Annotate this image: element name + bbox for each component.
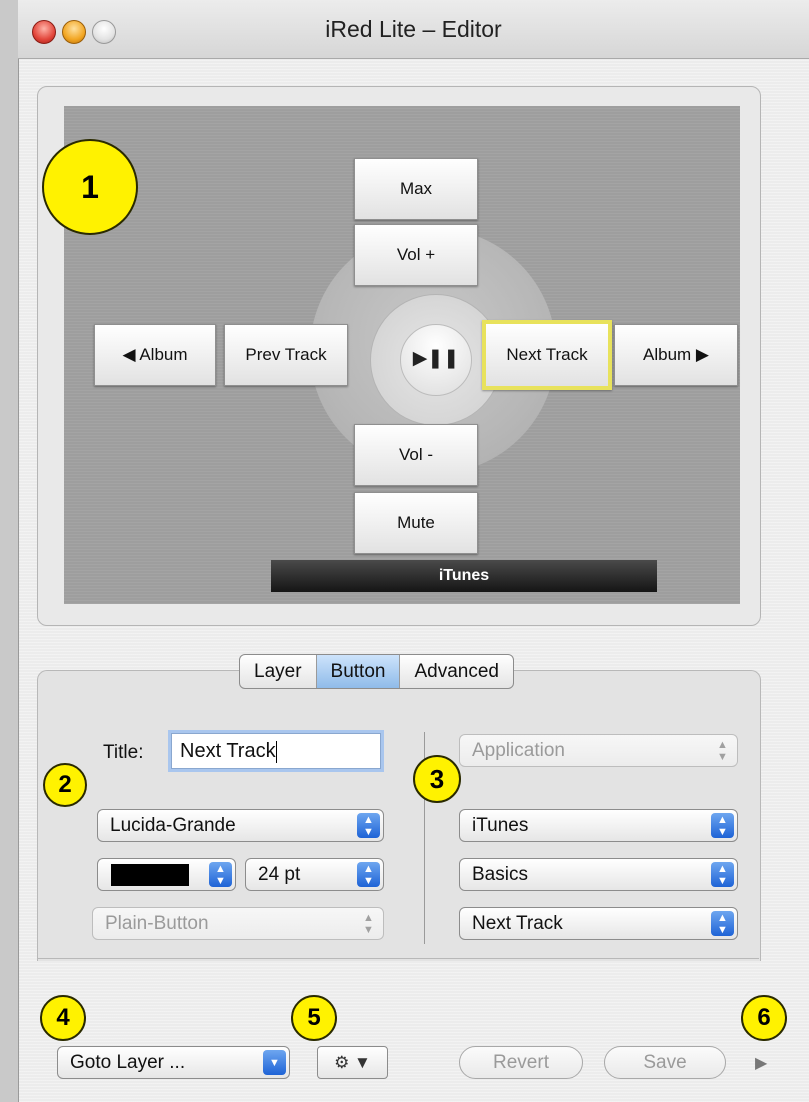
title-field-value: Next Track: [180, 740, 276, 762]
color-swatch: [111, 864, 189, 886]
next-track-button[interactable]: Next Track: [482, 320, 612, 390]
layer-name-bar: iTunes: [271, 560, 657, 592]
style-popup-value: Plain-Button: [105, 912, 209, 934]
popup-arrows-icon: ▲ ▼: [209, 862, 232, 887]
group-popup-value: Basics: [472, 863, 528, 885]
prev-track-button[interactable]: Prev Track: [224, 324, 348, 386]
popup-arrows-icon: ▲ ▼: [357, 813, 380, 838]
popup-arrows-icon: ▲ ▼: [717, 738, 728, 763]
popup-arrows-icon: ▲ ▼: [711, 911, 734, 936]
callout-badge-4: 4: [40, 995, 86, 1041]
play-pause-icon: ▶❚❚: [412, 348, 460, 369]
inspector-tabs: Layer Button Advanced: [239, 654, 514, 689]
inspector-bottom-edge: [37, 958, 759, 959]
max-button[interactable]: Max: [354, 158, 478, 220]
tab-advanced[interactable]: Advanced: [400, 655, 513, 688]
callout-badge-2: 2: [43, 763, 87, 807]
text-caret: [275, 740, 277, 763]
popup-arrows-icon: ▲ ▼: [357, 862, 380, 887]
gear-icon: ⚙ ▼: [334, 1052, 371, 1072]
callout-badge-3: 3: [413, 755, 461, 803]
album-prev-button[interactable]: ◀ Album: [94, 324, 216, 386]
album-next-button[interactable]: Album ▶: [614, 324, 738, 386]
tab-button[interactable]: Button: [316, 655, 401, 688]
goto-layer-popup[interactable]: Goto Layer ... ▼: [57, 1046, 290, 1079]
window-title: iRed Lite – Editor: [325, 16, 502, 42]
group-popup[interactable]: Basics ▲ ▼: [459, 858, 738, 891]
callout-badge-1: 1: [42, 139, 138, 235]
vol-up-button[interactable]: Vol +: [354, 224, 478, 286]
callout-badge-6: 6: [741, 995, 787, 1041]
action-popup-value: Next Track: [472, 912, 563, 934]
app-popup[interactable]: iTunes ▲ ▼: [459, 809, 738, 842]
popup-arrows-icon: ▲ ▼: [363, 911, 374, 936]
tab-layer[interactable]: Layer: [240, 655, 317, 688]
disclosure-triangle-icon[interactable]: ▶: [755, 1053, 767, 1073]
mute-button[interactable]: Mute: [354, 492, 478, 554]
font-popup[interactable]: Lucida-Grande ▲ ▼: [97, 809, 384, 842]
size-popup-value: 24 pt: [258, 863, 301, 885]
category-popup[interactable]: Application ▲ ▼: [459, 734, 738, 767]
callout-badge-5: 5: [291, 995, 337, 1041]
play-pause-button[interactable]: ▶❚❚: [400, 324, 472, 396]
font-popup-value: Lucida-Grande: [110, 814, 236, 836]
popup-arrows-icon: ▲ ▼: [711, 813, 734, 838]
title-bar: iRed Lite – Editor: [18, 0, 809, 59]
size-popup[interactable]: 24 pt ▲ ▼: [245, 858, 384, 891]
save-button[interactable]: Save: [604, 1046, 726, 1079]
style-popup[interactable]: Plain-Button ▲ ▼: [92, 907, 384, 940]
title-field[interactable]: Next Track: [171, 733, 381, 769]
popup-arrows-icon: ▲ ▼: [711, 862, 734, 887]
category-popup-value: Application: [472, 739, 565, 761]
goto-layer-popup-value: Goto Layer ...: [70, 1051, 186, 1073]
title-label: Title:: [103, 742, 144, 763]
remote-layout-canvas: ▶❚❚ Max Vol + ◀ Album Prev Track Next Tr…: [64, 106, 740, 604]
vol-down-button[interactable]: Vol -: [354, 424, 478, 486]
action-popup[interactable]: Next Track ▲ ▼: [459, 907, 738, 940]
chevron-down-icon: ▼: [263, 1050, 286, 1075]
revert-button[interactable]: Revert: [459, 1046, 583, 1079]
action-gear-button[interactable]: ⚙ ▼: [317, 1046, 388, 1079]
app-popup-value: iTunes: [472, 814, 529, 836]
